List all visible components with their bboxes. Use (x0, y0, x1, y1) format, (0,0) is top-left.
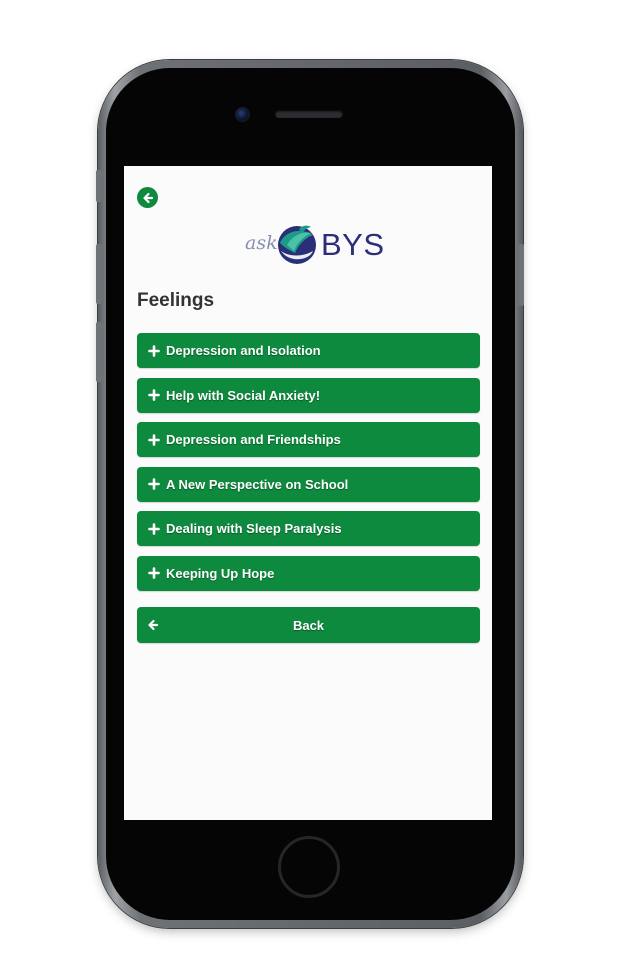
volume-up-button (96, 244, 102, 304)
plus-icon (146, 343, 162, 359)
menu-item-help-with-social-anxiety[interactable]: Help with Social Anxiety! (137, 377, 480, 413)
menu-item-depression-and-friendships[interactable]: Depression and Friendships (137, 422, 480, 458)
volume-down-button (96, 322, 102, 382)
plus-icon (146, 387, 162, 403)
logo-brand-text: BYS (321, 227, 385, 262)
menu-item-depression-and-isolation[interactable]: Depression and Isolation (137, 333, 480, 368)
app-logo: ask BYS (245, 218, 384, 270)
menu-item-label: Dealing with Sleep Paralysis (166, 521, 342, 537)
menu-item-new-perspective-on-school[interactable]: A New Perspective on School (137, 466, 480, 502)
menu-item-label: Keeping Up Hope (166, 565, 275, 581)
menu-item-keeping-up-hope[interactable]: Keeping Up Hope (137, 555, 480, 591)
menu-item-label: Depression and Isolation (166, 343, 321, 358)
menu-item-label: A New Perspective on School (166, 476, 349, 492)
plus-icon (146, 521, 162, 537)
mute-switch (96, 170, 102, 202)
page-title: Feelings (137, 290, 215, 311)
home-button[interactable] (278, 836, 340, 898)
header-back-button[interactable] (137, 187, 158, 208)
app-screen: ask BYS Feelings Depression and Isolatio… (124, 166, 492, 820)
plus-icon (146, 476, 162, 492)
arrow-left-icon (145, 617, 161, 633)
logo-ask-text: ask (245, 232, 278, 254)
plus-icon (146, 432, 162, 448)
topic-menu: Depression and Isolation Help with Socia… (137, 333, 480, 601)
back-button[interactable]: Back (137, 607, 480, 643)
logo-mark-icon (278, 225, 316, 264)
back-button-label: Back (292, 617, 325, 633)
menu-item-label: Depression and Friendships (166, 432, 341, 448)
plus-icon (146, 565, 162, 581)
menu-item-dealing-with-sleep-paralysis[interactable]: Dealing with Sleep Paralysis (137, 511, 480, 547)
earpiece-speaker (275, 110, 343, 118)
menu-item-label: Help with Social Anxiety! (166, 387, 321, 403)
arrow-left-icon (142, 192, 153, 203)
front-camera (235, 107, 250, 122)
power-button (518, 244, 524, 306)
